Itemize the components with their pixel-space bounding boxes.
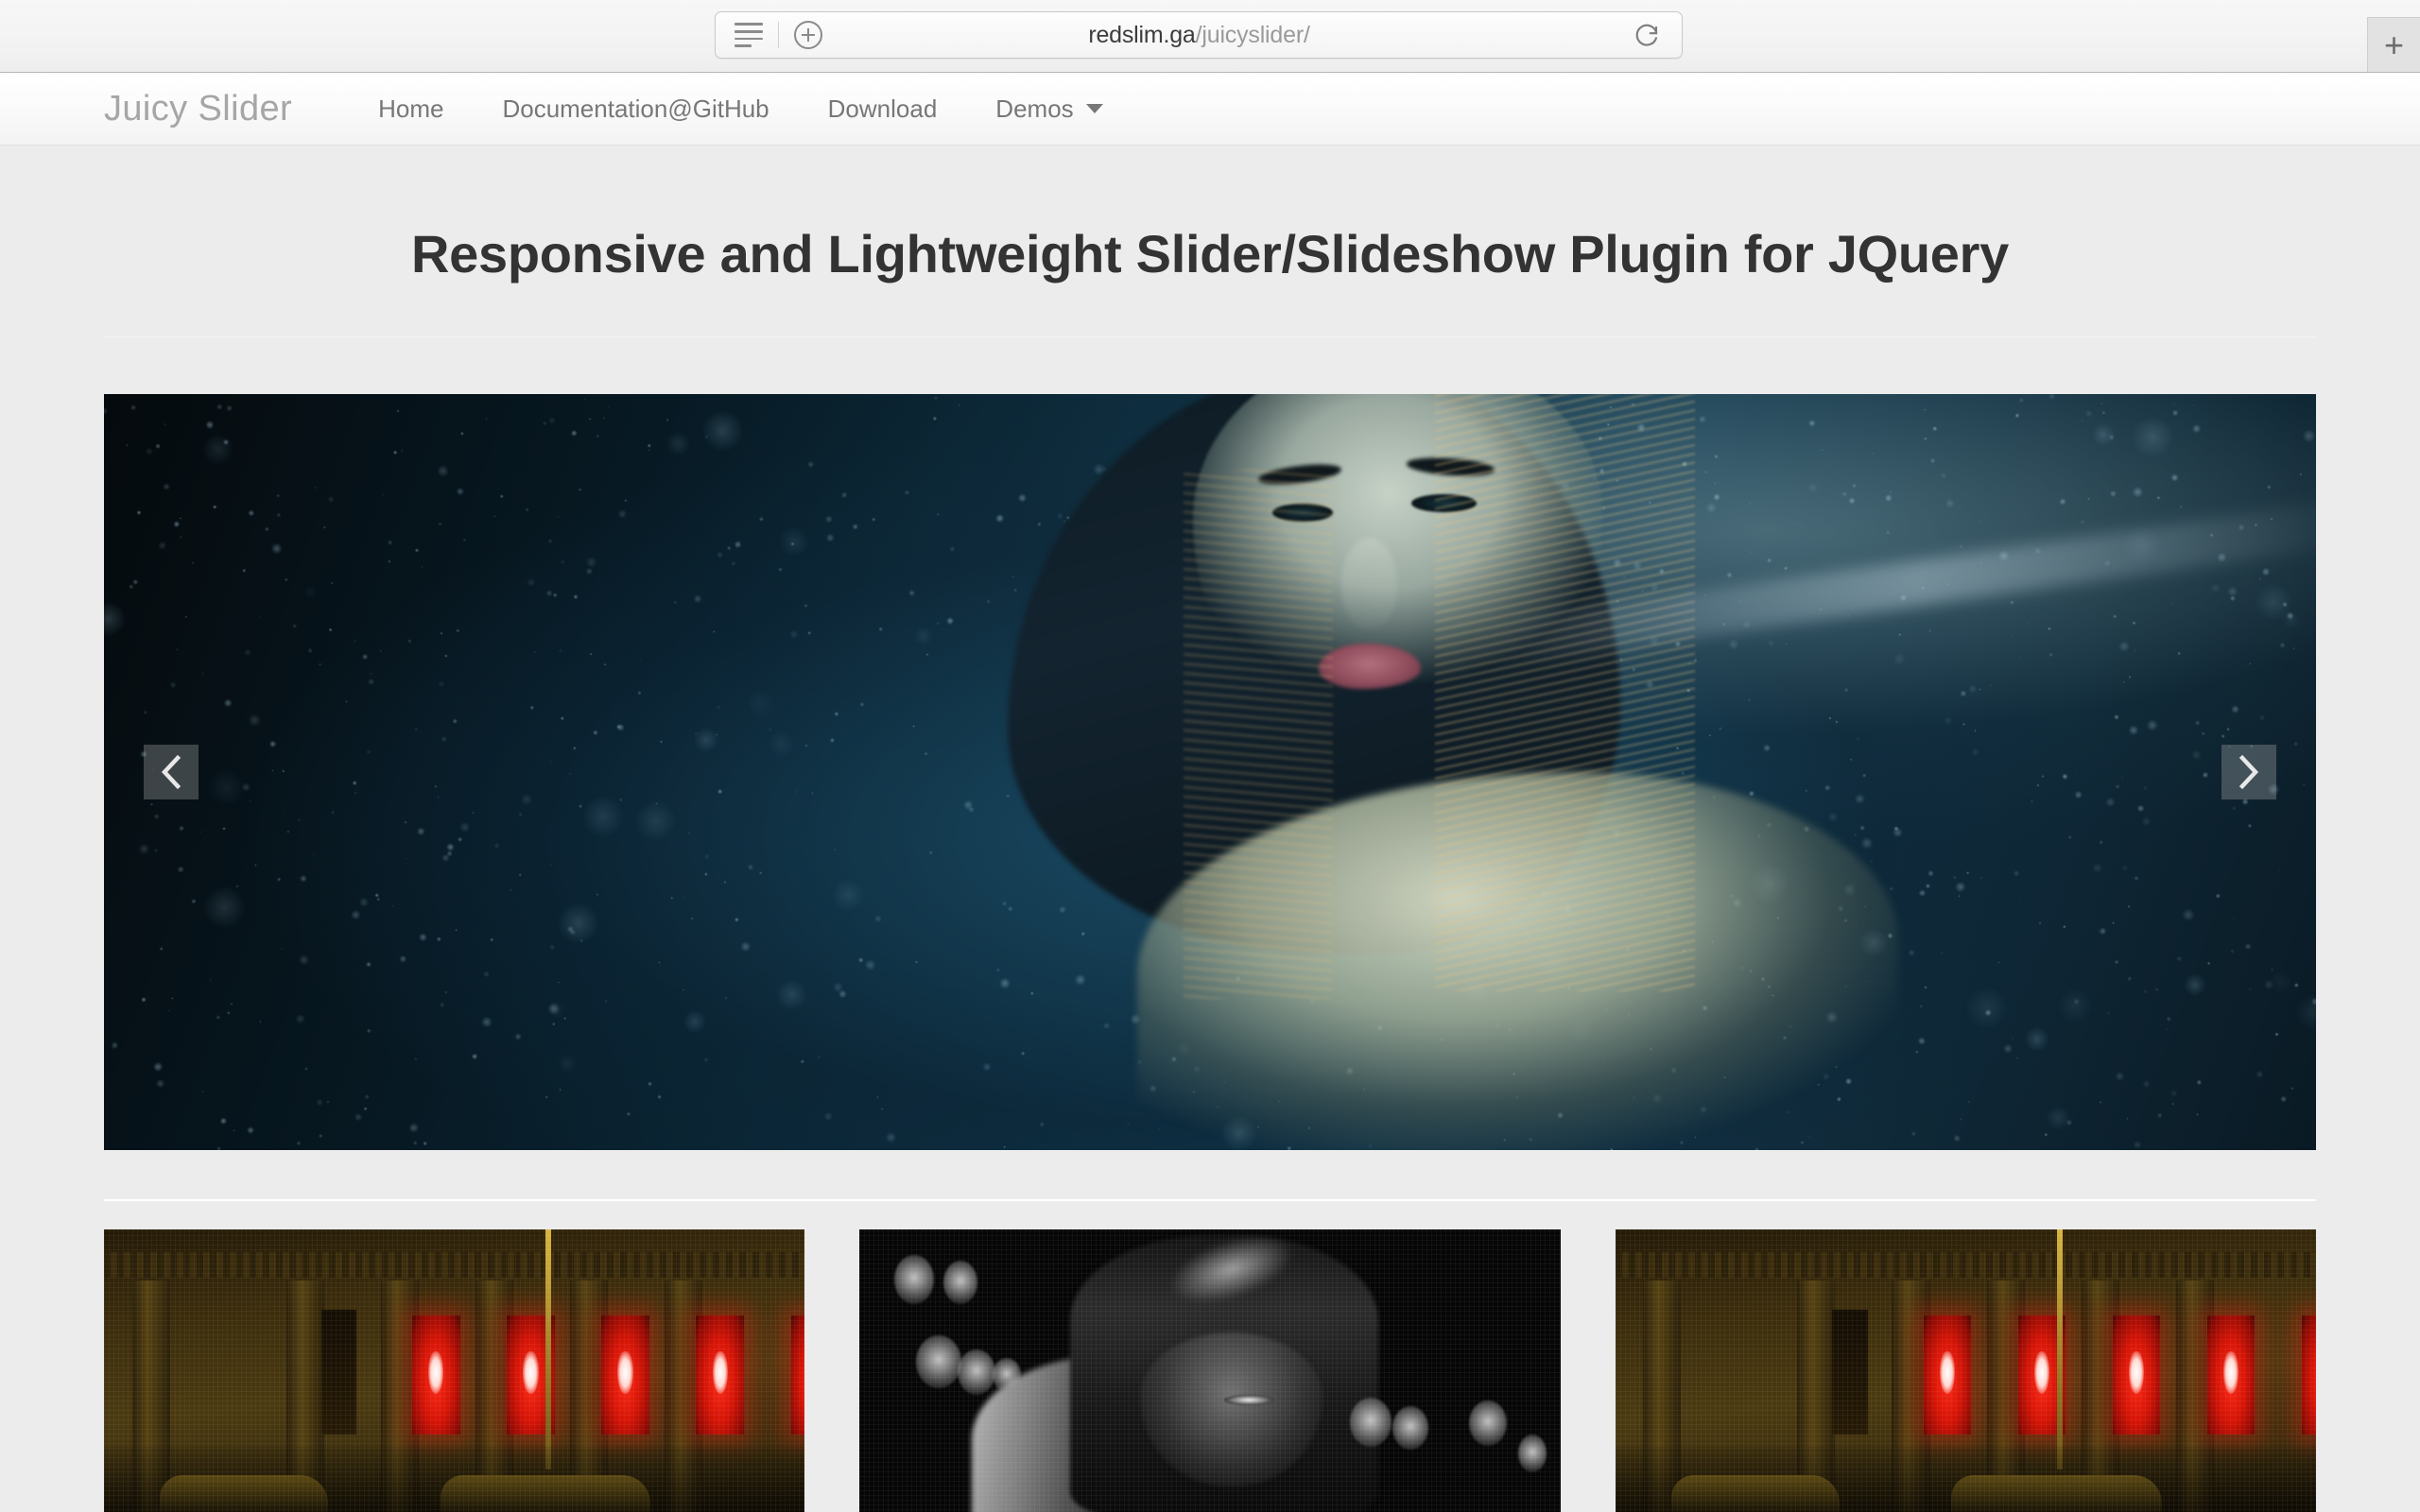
nav-item-home[interactable]: Home [349, 94, 473, 124]
address-bar[interactable]: redslim.ga/juicyslider/ [715, 11, 1683, 59]
thumbnail-image [1615, 1229, 2316, 1512]
new-tab-button[interactable]: + [2367, 17, 2420, 72]
url-domain: redslim.ga [1088, 21, 1196, 48]
nav-links: Home Documentation@GitHub Download Demos [349, 94, 1132, 124]
slider-next-button[interactable] [2221, 745, 2276, 799]
nav-item-home-label: Home [378, 94, 444, 123]
chevron-right-icon [2238, 754, 2259, 790]
url-path: /juicyslider/ [1195, 21, 1310, 48]
thumbnail-item[interactable] [104, 1229, 805, 1512]
reader-view-icon[interactable] [735, 23, 763, 47]
slider-prev-button[interactable] [144, 745, 199, 799]
hero-slider[interactable] [104, 394, 2316, 1150]
browser-chrome: redslim.ga/juicyslider/ + [0, 0, 2420, 73]
site-navbar: Juicy Slider Home Documentation@GitHub D… [0, 73, 2420, 146]
thumbnail-image [104, 1229, 805, 1512]
thumbnail-row [104, 1229, 2316, 1512]
thumbnail-item[interactable] [1615, 1229, 2316, 1512]
url-text: redslim.ga/juicyslider/ [766, 22, 1633, 49]
nav-item-documentation[interactable]: Documentation@GitHub [473, 94, 798, 124]
divider-top [104, 336, 2316, 337]
circled-plus-icon[interactable] [794, 21, 822, 49]
reload-icon[interactable] [1633, 21, 1661, 49]
slide-image [104, 394, 2316, 1150]
page-content: Responsive and Lightweight Slider/Slides… [0, 146, 2420, 1512]
nav-item-download[interactable]: Download [799, 94, 967, 124]
nav-item-demos[interactable]: Demos [966, 94, 1132, 124]
page-title: Responsive and Lightweight Slider/Slides… [411, 224, 2009, 284]
divider-middle [104, 1199, 2316, 1201]
nav-item-demos-label: Demos [995, 94, 1074, 123]
brand-logo[interactable]: Juicy Slider [104, 89, 292, 129]
chevron-down-icon [1085, 104, 1103, 113]
chevron-left-icon [161, 754, 182, 790]
thumbnail-item[interactable] [859, 1229, 1561, 1512]
thumbnail-image [859, 1229, 1561, 1512]
nav-item-documentation-label: Documentation@GitHub [502, 94, 769, 123]
nav-item-download-label: Download [827, 94, 938, 123]
